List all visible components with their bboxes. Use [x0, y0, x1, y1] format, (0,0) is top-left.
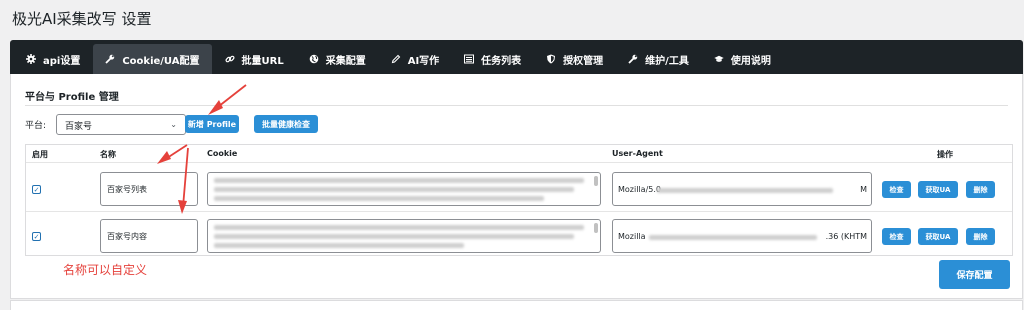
tab-license[interactable]: 授权管理 [534, 44, 615, 74]
cookie-textarea[interactable] [207, 219, 601, 253]
enabled-checkbox[interactable]: ✓ [32, 232, 41, 241]
tab-label: 任务列表 [481, 55, 522, 67]
pen-icon [391, 54, 401, 64]
header-cookie: Cookie [207, 149, 238, 158]
tab-bar: api设置 Cookie/UA配置 批量URL 采集配置 AI写作 任务列表 授… [10, 40, 1023, 74]
chevron-down-icon: ⌄ [170, 120, 177, 129]
row-divider [26, 162, 1012, 163]
redacted-text [214, 187, 574, 192]
enabled-checkbox[interactable]: ✓ [32, 185, 41, 194]
tab-maintenance[interactable]: 维护/工具 [616, 44, 701, 74]
check-button[interactable]: 检查 [882, 181, 911, 198]
tab-label: Cookie/UA配置 [122, 55, 200, 67]
tab-label: 使用说明 [730, 55, 771, 67]
redacted-text [214, 196, 544, 201]
globe-icon [309, 54, 319, 64]
check-button[interactable]: 检查 [882, 228, 911, 245]
tab-ai-writing[interactable]: AI写作 [379, 44, 451, 74]
ua-text-start: Mozilla [618, 232, 646, 241]
redacted-text [649, 235, 817, 240]
header-enabled: 启用 [32, 150, 48, 159]
get-ua-button[interactable]: 获取UA [918, 228, 958, 245]
user-agent-input[interactable]: Mozilla .36 (KHTM [612, 219, 872, 253]
tab-task-list[interactable]: 任务列表 [452, 44, 533, 74]
tab-label: api设置 [43, 55, 81, 67]
tab-label: 授权管理 [563, 55, 604, 67]
tab-collect-config[interactable]: 采集配置 [297, 44, 378, 74]
redacted-text [214, 234, 574, 239]
header-user-agent: User-Agent [612, 149, 663, 158]
graduation-cap-icon [714, 54, 724, 64]
tab-api-settings[interactable]: api设置 [14, 44, 92, 74]
redacted-text [214, 178, 584, 183]
platform-select-value: 百家号 [65, 122, 93, 132]
ua-text-start: Mozilla/5.0 [618, 185, 661, 194]
tab-help[interactable]: 使用说明 [702, 44, 783, 74]
ua-text-end: .36 (KHTM [825, 232, 867, 241]
link-icon [224, 54, 235, 64]
gear-icon [26, 54, 36, 64]
section-title: 平台与 Profile 管理 [25, 92, 119, 103]
platform-select[interactable]: 百家号 ⌄ [56, 114, 186, 135]
scrollbar[interactable] [594, 223, 598, 233]
header-actions: 操作 [937, 150, 953, 159]
tab-label: 批量URL [241, 55, 284, 67]
profile-table: 启用 名称 Cookie User-Agent 操作 ✓ 百家号列表 Mozil… [25, 144, 1013, 256]
settings-panel: 平台与 Profile 管理 平台: 百家号 ⌄ 新增 Profile 批量健康… [10, 74, 1023, 299]
ua-text-end: M [860, 185, 867, 194]
list-icon [464, 54, 475, 64]
page-title: 极光AI采集改写 设置 [12, 10, 152, 28]
divider [25, 105, 1008, 106]
save-config-button[interactable]: 保存配置 [939, 260, 1010, 289]
redacted-text [657, 188, 833, 193]
user-agent-input[interactable]: Mozilla/5.0 M [612, 172, 872, 206]
redacted-text [214, 243, 464, 248]
header-name: 名称 [100, 150, 116, 159]
tab-cookie-ua[interactable]: Cookie/UA配置 [93, 44, 212, 74]
delete-button[interactable]: 删除 [966, 228, 995, 245]
wrench-icon [628, 54, 638, 64]
annotation-note: 名称可以自定义 [63, 263, 148, 277]
profile-name-input[interactable]: 百家号内容 [100, 219, 198, 253]
profile-name-input[interactable]: 百家号列表 [100, 172, 198, 206]
row-divider [26, 211, 1012, 212]
get-ua-button[interactable]: 获取UA [918, 181, 958, 198]
tab-label: AI写作 [407, 55, 440, 67]
scrollbar[interactable] [594, 176, 598, 186]
delete-button[interactable]: 删除 [966, 181, 995, 198]
tab-label: 采集配置 [325, 55, 366, 67]
tab-batch-url[interactable]: 批量URL [213, 44, 296, 74]
cookie-textarea[interactable] [207, 172, 601, 206]
tab-label: 维护/工具 [645, 55, 689, 67]
next-panel-edge [10, 300, 1023, 310]
add-profile-button[interactable]: 新增 Profile [185, 115, 239, 133]
wrench-icon [105, 54, 115, 64]
platform-label: 平台: [25, 121, 47, 131]
shield-icon [546, 54, 556, 64]
redacted-text [214, 225, 584, 230]
batch-health-check-button[interactable]: 批量健康检查 [254, 115, 318, 133]
